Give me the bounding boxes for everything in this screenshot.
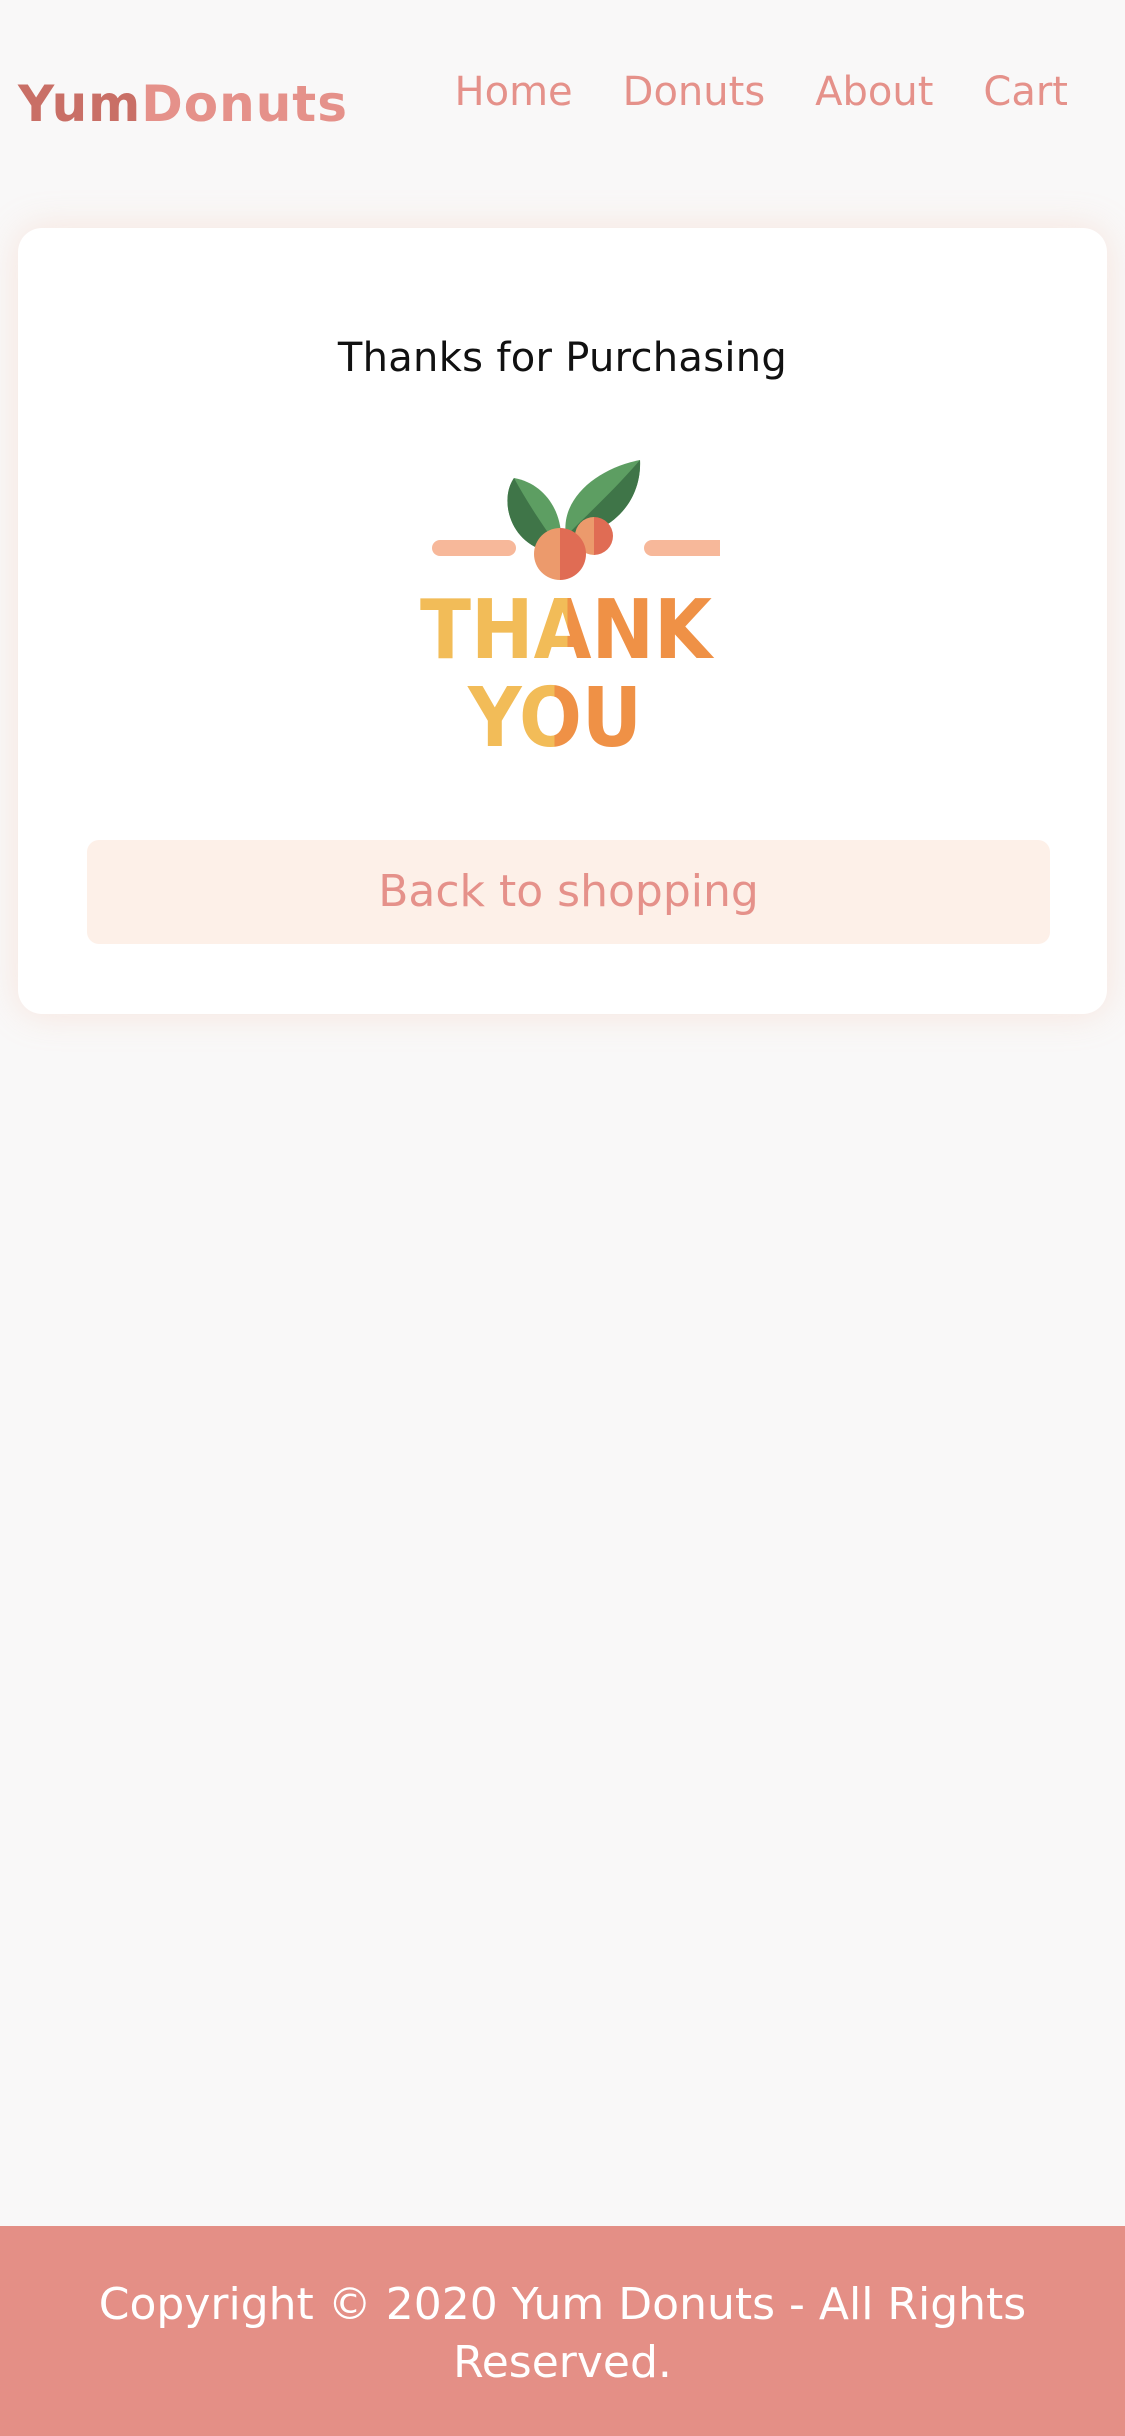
- logo-donuts: Donuts: [141, 75, 348, 133]
- small-berry-right: [594, 517, 613, 555]
- logo-yum: Yum: [18, 75, 142, 133]
- footer-copyright: Copyright © 2020 Yum Donuts - All Rights…: [98, 2279, 1027, 2388]
- nav-cart-link[interactable]: Cart: [983, 62, 1068, 122]
- thank-you-illustration: THANK YOU: [420, 460, 720, 758]
- thank-word: THANK: [420, 583, 715, 678]
- nav-donuts-link[interactable]: Donuts: [623, 62, 766, 122]
- left-dash: [432, 540, 516, 556]
- site-footer: Copyright © 2020 Yum Donuts - All Rights…: [0, 2226, 1125, 2436]
- card-title: Thanks for Purchasing: [337, 335, 788, 381]
- you-word: YOU: [467, 671, 642, 758]
- right-dash: [644, 540, 720, 556]
- site-header: YumDonuts Home Donuts About Cart: [0, 0, 1125, 200]
- nav-home-link[interactable]: Home: [455, 62, 573, 122]
- logo[interactable]: YumDonuts: [18, 72, 348, 136]
- nav-about-link[interactable]: About: [815, 62, 933, 122]
- thank-you-card: Thanks for Purchasing THANK YOU Back to …: [18, 228, 1107, 1014]
- main-nav: Home Donuts About Cart: [455, 62, 1068, 122]
- back-to-shopping-button[interactable]: Back to shopping: [87, 840, 1050, 944]
